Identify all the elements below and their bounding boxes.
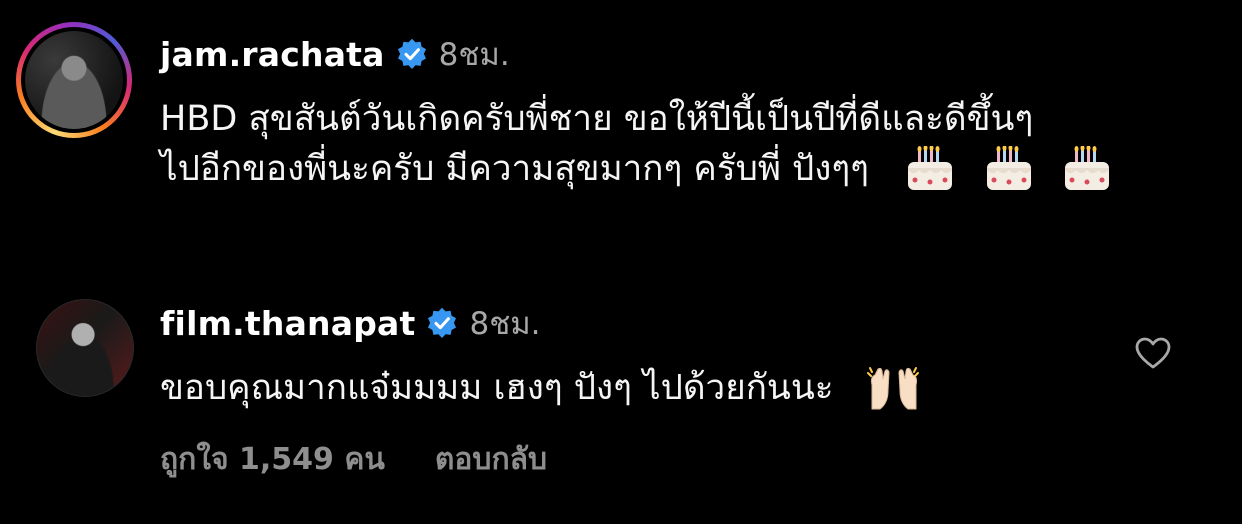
- avatar-button[interactable]: [36, 299, 134, 397]
- verified-badge-icon: [397, 38, 426, 69]
- comment-meta-row: ถูกใจ 1,549 คน ตอบกลับ: [160, 436, 547, 483]
- birthday-cake-icon: [908, 146, 953, 190]
- avatar: [25, 31, 123, 129]
- birthday-cake-icon: [1064, 146, 1109, 190]
- timestamp: 8ชม.: [438, 37, 510, 73]
- avatar: [37, 300, 133, 396]
- comment-item: jam.rachata 8ชม. HBD สุขสันต์วันเกิดครับ…: [0, 0, 1242, 250]
- verified-badge-icon: [428, 307, 457, 338]
- comment-text-line: ไปอีกของพี่นะครับ มีความสุขมากๆ ครับพี่ …: [160, 144, 1200, 194]
- comment-item: film.thanapat 8ชม. ขอบคุณมากแจ๋มมมม เฮงๆ…: [0, 250, 1242, 524]
- like-heart-icon[interactable]: [1134, 336, 1172, 370]
- comment-text: ขอบคุณมากแจ๋มมมม เฮงๆ ปังๆ ไปด้วยกันนะ: [160, 363, 922, 413]
- comment-header: jam.rachata 8ชม.: [160, 32, 510, 76]
- comment-text: HBD สุขสันต์วันเกิดครับพี่ชาย ขอให้ปีนี้…: [160, 94, 1200, 194]
- comment-text-line: ขอบคุณมากแจ๋มมมม เฮงๆ ปังๆ ไปด้วยกันนะ: [160, 368, 834, 408]
- comment-text-line: HBD สุขสันต์วันเกิดครับพี่ชาย ขอให้ปีนี้…: [160, 99, 1034, 139]
- avatar-story-ring[interactable]: [16, 22, 132, 138]
- username[interactable]: jam.rachata: [160, 35, 385, 74]
- timestamp: 8ชม.: [469, 306, 541, 342]
- likes-count-link[interactable]: ถูกใจ 1,549 คน: [160, 436, 385, 483]
- comment-text-line-2: ไปอีกของพี่นะครับ มีความสุขมากๆ ครับพี่ …: [160, 149, 869, 189]
- reply-button[interactable]: ตอบกลับ: [435, 436, 547, 483]
- comment-header: film.thanapat 8ชม.: [160, 301, 541, 345]
- birthday-cake-icon: [986, 146, 1031, 190]
- username[interactable]: film.thanapat: [160, 304, 415, 343]
- raising-hands-icon: [866, 367, 919, 410]
